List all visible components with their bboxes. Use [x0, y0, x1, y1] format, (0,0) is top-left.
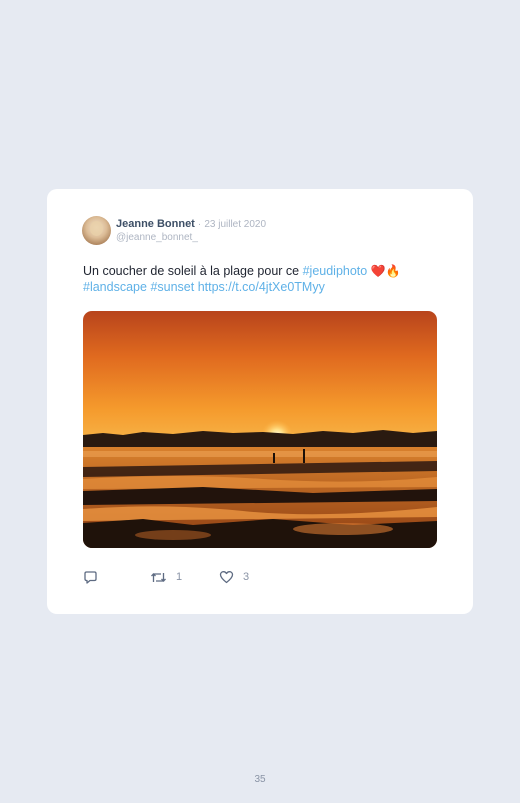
tweet-photo[interactable]: [83, 311, 437, 548]
like-count: 3: [243, 571, 250, 583]
retweet-button[interactable]: 1: [150, 569, 182, 585]
tweet-date[interactable]: 23 juillet 2020: [204, 219, 266, 230]
reply-icon: [84, 570, 97, 584]
hashtag-landscape[interactable]: #landscape: [83, 280, 147, 294]
retweet-icon: [151, 572, 166, 582]
avatar[interactable]: [82, 216, 111, 245]
like-button[interactable]: 3: [219, 569, 249, 585]
tweet-actions: 1 3: [83, 569, 443, 585]
tweet-text: Un coucher de soleil à la plage pour ce …: [83, 263, 443, 295]
author-name[interactable]: Jeanne Bonnet: [116, 218, 195, 230]
tweet-link[interactable]: https://t.co/4jtXe0TMyy: [198, 280, 325, 294]
tweet-header: Jeanne Bonnet · 23 juillet 2020: [116, 218, 266, 230]
heart-icon: [219, 571, 234, 584]
hashtag-sunset[interactable]: #sunset: [150, 280, 194, 294]
header-separator: ·: [197, 219, 202, 230]
page-number: 35: [254, 774, 266, 785]
hashtag-jeudiphoto[interactable]: #jeudiphoto: [303, 264, 368, 278]
heart-fire-emoji: ❤️🔥: [370, 264, 401, 278]
retweet-count: 1: [176, 571, 183, 583]
reply-button[interactable]: [83, 569, 98, 585]
tweet-card: Jeanne Bonnet · 23 juillet 2020 @jeanne_…: [47, 189, 473, 614]
tweet-text-plain: Un coucher de soleil à la plage pour ce: [83, 264, 303, 278]
sunset-beach-photo: [83, 311, 437, 548]
author-handle[interactable]: @jeanne_bonnet_: [116, 232, 198, 243]
